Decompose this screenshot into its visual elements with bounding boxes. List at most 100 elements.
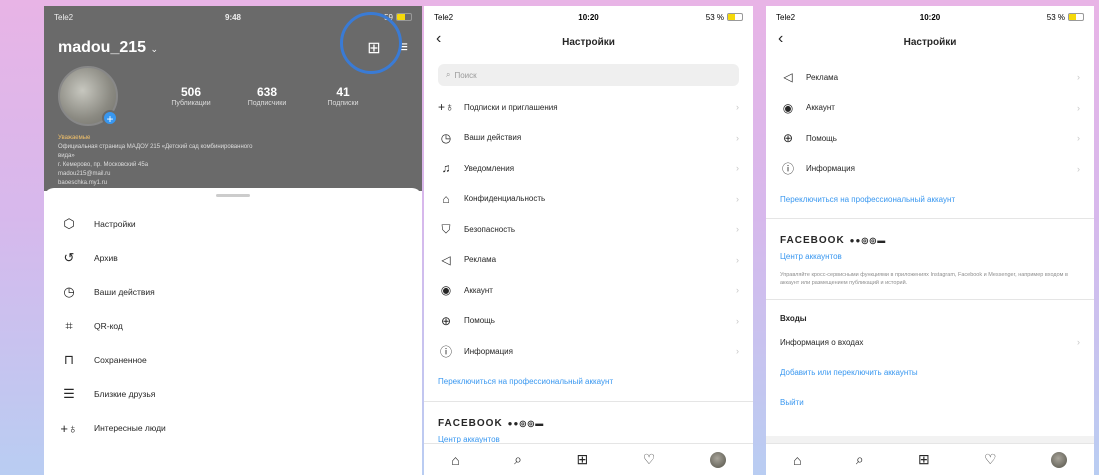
create-post-icon[interactable]: ⊞ bbox=[918, 451, 930, 468]
menu-item-discover-people[interactable]: +♁ Интересные люди bbox=[44, 411, 422, 445]
add-person-icon: +♁ bbox=[60, 420, 78, 436]
home-icon[interactable]: ⌂ bbox=[793, 452, 801, 468]
archive-icon: ↺ bbox=[63, 250, 75, 265]
bottom-tab-bar: ⌂ ⌕ ⊞ ♡ bbox=[766, 443, 1094, 475]
chevron-down-icon: ⌄ bbox=[150, 44, 159, 54]
bio-title: Уважаемые bbox=[58, 135, 91, 141]
facebook-section-title: FACEBOOK ●●◎◎▬ bbox=[424, 406, 753, 433]
switch-to-pro-link[interactable]: Переключиться на профессиональный аккаун… bbox=[766, 184, 1094, 214]
divider bbox=[766, 218, 1094, 219]
account-icon: ◉ bbox=[782, 100, 794, 115]
facebook-section-title: FACEBOOK ●●◎◎▬ bbox=[766, 223, 1094, 250]
heart-icon[interactable]: ♡ bbox=[643, 451, 656, 468]
add-switch-accounts-link[interactable]: Добавить или переключить аккаунты bbox=[766, 358, 1094, 388]
search-icon[interactable]: ⌕ bbox=[514, 451, 522, 468]
sheet-handle[interactable] bbox=[216, 194, 250, 197]
settings-item-about[interactable]: ⓘ Информация › bbox=[424, 336, 753, 367]
status-bar: Tele2 10:20 53 % bbox=[424, 6, 753, 28]
nav-bar: ‹ Настройки bbox=[766, 28, 1094, 56]
bottom-tab-bar: ⌂ ⌕ ⊞ ♡ bbox=[424, 443, 753, 475]
chevron-right-icon: › bbox=[736, 346, 739, 357]
carrier-label: Tele2 bbox=[776, 12, 796, 22]
meta-apps-icons: ●●◎◎▬ bbox=[507, 418, 545, 428]
search-placeholder: Поиск bbox=[454, 70, 477, 80]
settings-item-privacy[interactable]: ⌂ Конфиденциальность › bbox=[424, 184, 753, 215]
settings-item-label: Конфиденциальность bbox=[464, 194, 546, 204]
settings-item-label: Уведомления bbox=[464, 163, 515, 173]
account-icon: ◉ bbox=[440, 283, 452, 298]
settings-item-label: Реклама bbox=[464, 255, 497, 265]
settings-item-label: Помощь bbox=[464, 316, 495, 326]
search-input[interactable]: ⌕ Поиск bbox=[438, 64, 739, 86]
menu-item-activity[interactable]: ◷ Ваши действия bbox=[44, 275, 422, 309]
menu-item-label: QR-код bbox=[94, 321, 123, 331]
posts-stat[interactable]: 506 Публикации bbox=[158, 85, 224, 107]
help-icon: ⊕ bbox=[440, 313, 452, 328]
chevron-right-icon: › bbox=[736, 132, 739, 143]
menu-item-qr[interactable]: ⌗ QR-код bbox=[44, 309, 422, 343]
settings-item-security[interactable]: ⛉ Безопасность › bbox=[424, 214, 753, 245]
menu-item-archive[interactable]: ↺ Архив bbox=[44, 241, 422, 275]
create-post-icon[interactable]: ⊞ bbox=[576, 451, 588, 468]
add-story-icon[interactable]: + bbox=[102, 110, 118, 126]
bio-link[interactable]: baoeschka.my1.ru bbox=[58, 179, 408, 188]
heart-icon[interactable]: ♡ bbox=[984, 451, 997, 468]
profile-bio: Уважаемые Официальная страница МАДОУ 215… bbox=[44, 130, 422, 192]
facebook-label: FACEBOOK bbox=[780, 235, 845, 246]
settings-item-label: Ваши действия bbox=[464, 133, 522, 143]
chevron-right-icon: › bbox=[736, 193, 739, 204]
back-arrow-icon[interactable]: ‹ bbox=[436, 30, 441, 48]
settings-item-notifications[interactable]: ♫ Уведомления › bbox=[424, 153, 753, 184]
chevron-right-icon: › bbox=[1077, 72, 1080, 83]
profile-avatar[interactable]: + bbox=[58, 66, 118, 126]
chevron-right-icon: › bbox=[1077, 102, 1080, 113]
list-icon: ☰ bbox=[63, 386, 75, 401]
settings-item-about[interactable]: ⓘ Информация › bbox=[766, 154, 1094, 185]
menu-item-settings[interactable]: ⬡ Настройки bbox=[44, 207, 422, 241]
followers-stat[interactable]: 638 Подписчики bbox=[234, 85, 300, 107]
phone-settings-top: Tele2 10:20 53 % ‹ Настройки ⌕ Поиск +♁ … bbox=[424, 6, 753, 475]
settings-item-label: Информация bbox=[806, 164, 855, 174]
activity-icon: ◷ bbox=[63, 284, 75, 299]
clock: 10:20 bbox=[919, 12, 941, 22]
chevron-right-icon: › bbox=[736, 315, 739, 326]
chevron-right-icon: › bbox=[1077, 163, 1080, 174]
help-icon: ⊕ bbox=[782, 131, 794, 146]
profile-avatar-tab[interactable] bbox=[1050, 451, 1067, 468]
menu-item-label: Ваши действия bbox=[94, 287, 155, 297]
following-stat[interactable]: 41 Подписки bbox=[310, 85, 376, 107]
divider bbox=[424, 400, 753, 402]
settings-item-login-info[interactable]: Информация о входах › bbox=[766, 327, 1094, 358]
settings-item-label: Реклама bbox=[806, 72, 839, 82]
settings-item-label: Аккаунт bbox=[806, 103, 835, 113]
menu-item-close-friends[interactable]: ☰ Близкие друзья bbox=[44, 377, 422, 411]
chevron-right-icon: › bbox=[1077, 133, 1080, 144]
settings-item-help[interactable]: ⊕ Помощь › bbox=[424, 306, 753, 337]
settings-item-help[interactable]: ⊕ Помощь › bbox=[766, 123, 1094, 154]
logins-section-title: Входы bbox=[780, 314, 807, 323]
settings-item-ads[interactable]: ◁ Реклама › bbox=[424, 245, 753, 276]
settings-item-ads[interactable]: ◁ Реклама › bbox=[766, 62, 1094, 93]
settings-icon: ⬡ bbox=[63, 216, 75, 231]
settings-item-activity[interactable]: ◷ Ваши действия › bbox=[424, 123, 753, 154]
battery-icon bbox=[727, 13, 743, 21]
home-icon[interactable]: ⌂ bbox=[451, 452, 459, 468]
megaphone-icon: ◁ bbox=[441, 252, 451, 267]
logout-link[interactable]: Выйти bbox=[766, 388, 1094, 418]
chevron-right-icon: › bbox=[736, 163, 739, 174]
username-switcher[interactable]: madou_215 ⌄ bbox=[58, 39, 158, 57]
settings-item-label: Информация bbox=[464, 346, 513, 356]
accounts-center-link[interactable]: Центр аккаунтов bbox=[766, 250, 1094, 263]
settings-item-account[interactable]: ◉ Аккаунт › bbox=[766, 93, 1094, 124]
menu-item-saved[interactable]: ⊓ Сохраненное bbox=[44, 343, 422, 377]
stat-label: Подписчики bbox=[247, 100, 287, 107]
settings-item-account[interactable]: ◉ Аккаунт › bbox=[424, 275, 753, 306]
profile-avatar-tab[interactable] bbox=[709, 451, 726, 468]
add-person-icon: +♁ bbox=[438, 100, 455, 115]
switch-to-pro-link[interactable]: Переключиться на профессиональный аккаун… bbox=[424, 367, 753, 397]
carrier-label: Tele2 bbox=[54, 12, 74, 22]
settings-item-follow-invite[interactable]: +♁ Подписки и приглашения › bbox=[424, 92, 753, 123]
page-title: Настройки bbox=[562, 36, 615, 48]
back-arrow-icon[interactable]: ‹ bbox=[778, 30, 783, 48]
search-icon[interactable]: ⌕ bbox=[856, 451, 864, 468]
